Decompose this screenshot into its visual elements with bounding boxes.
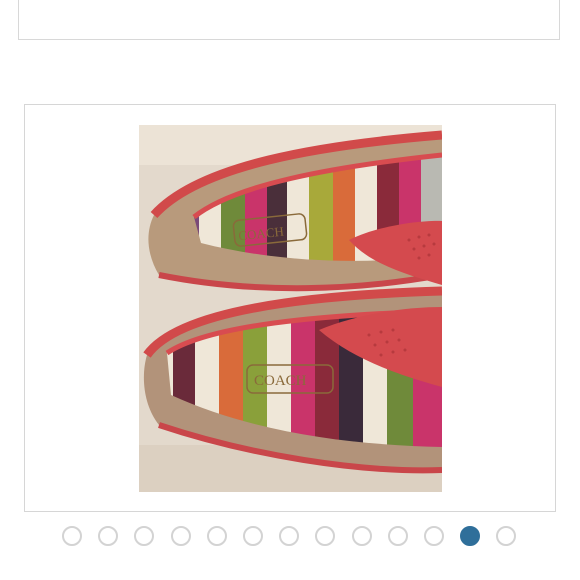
pagination-dot[interactable] xyxy=(352,526,372,546)
image-gallery[interactable]: COACH COACH xyxy=(24,104,556,512)
pagination-dot[interactable] xyxy=(62,526,82,546)
pagination-dot[interactable] xyxy=(424,526,444,546)
pagination-dot[interactable] xyxy=(207,526,227,546)
pagination-dot[interactable] xyxy=(243,526,263,546)
pagination-dot[interactable] xyxy=(279,526,299,546)
pagination-dot[interactable] xyxy=(496,526,516,546)
pagination-dot[interactable] xyxy=(171,526,191,546)
pagination-dot[interactable] xyxy=(460,526,480,546)
pagination-dot[interactable] xyxy=(134,526,154,546)
previous-section-card xyxy=(18,0,560,40)
pagination-dot[interactable] xyxy=(388,526,408,546)
coach-logo-bottom: COACH xyxy=(254,373,307,389)
pagination-dot[interactable] xyxy=(315,526,335,546)
shoe-photo-illustration: COACH COACH xyxy=(139,125,442,492)
pagination-dot[interactable] xyxy=(98,526,118,546)
product-photo[interactable]: COACH COACH xyxy=(139,125,442,492)
gallery-pagination xyxy=(0,526,580,550)
